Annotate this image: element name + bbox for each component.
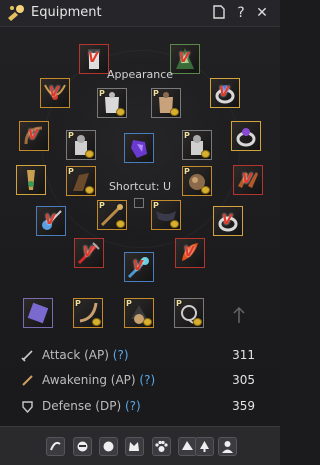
slot-main-weapon[interactable]: P <box>97 200 127 230</box>
defense-help-link[interactable]: (?) <box>125 399 141 413</box>
coin-icon <box>116 108 125 116</box>
slot-costume-gloves[interactable]: P <box>66 130 96 160</box>
enhance-v-icon: V <box>45 213 56 228</box>
coin-icon <box>193 318 202 326</box>
tree-icon[interactable] <box>195 437 214 456</box>
slot-belt[interactable]: V <box>19 121 49 151</box>
slot-ring-right[interactable] <box>231 121 261 151</box>
transform-icon[interactable] <box>46 437 65 456</box>
slot-costume-chest[interactable]: P <box>97 88 127 118</box>
attack-label: Attack (AP) (?) <box>42 348 129 362</box>
cat-ears-icon[interactable] <box>125 437 144 456</box>
coin-icon <box>201 150 210 158</box>
character-icon[interactable] <box>218 437 237 456</box>
enhance-v-icon: V <box>83 245 94 260</box>
coin-icon <box>85 150 94 158</box>
center-marker <box>134 198 144 208</box>
slot-artifact[interactable]: V <box>175 238 205 268</box>
page-icon[interactable] <box>211 5 227 21</box>
enhance-v-icon: V <box>88 51 99 66</box>
defense-label: Defense (DP) (?) <box>42 399 141 413</box>
close-icon[interactable]: ✕ <box>254 5 270 21</box>
dark-icon[interactable] <box>99 437 118 456</box>
stat-row-awakening: Awakening (AP) (?) 305 <box>0 372 280 390</box>
slot-earring-right[interactable]: V <box>213 206 243 236</box>
window-title: Equipment <box>31 5 102 20</box>
defense-value: 359 <box>232 399 255 413</box>
enhance-v-icon: V <box>222 213 233 228</box>
enhance-v-icon: V <box>242 172 253 187</box>
shield-icon <box>22 401 33 413</box>
stat-row-attack: Attack (AP) (?) 311 <box>0 347 280 365</box>
slot-costume-outfit[interactable]: P <box>151 88 181 118</box>
coin-icon <box>143 318 152 326</box>
sword-icon <box>21 350 33 362</box>
slot-gloves[interactable]: P <box>182 166 212 196</box>
lifeskill-stone-icon <box>27 302 49 324</box>
alchemy-stone-icon <box>131 140 147 158</box>
stat-row-defense: Defense (DP) (?) 359 <box>0 398 280 416</box>
ring-icon <box>236 128 256 147</box>
attack-help-link[interactable]: (?) <box>113 348 129 362</box>
enhance-v-icon: V <box>49 85 60 100</box>
awakening-label: Awakening (AP) (?) <box>42 373 156 387</box>
slot-costume-accessory-2[interactable]: P <box>124 298 154 328</box>
slot-alchemy-stone[interactable] <box>124 133 154 163</box>
enhance-v-icon: V <box>219 85 230 100</box>
slot-shoes[interactable]: V <box>233 165 263 195</box>
slot-ring-top[interactable]: V <box>210 78 240 108</box>
coin-icon <box>170 220 179 228</box>
enhance-v-icon: V <box>184 245 195 260</box>
coin-icon <box>92 318 101 326</box>
paw-icon[interactable] <box>152 437 171 456</box>
enhance-v-icon: V <box>179 51 190 66</box>
titlebar[interactable]: Equipment ? ✕ <box>0 0 280 27</box>
equipment-icon <box>8 5 24 21</box>
slot-tool[interactable]: V <box>124 252 154 282</box>
slot-necklace[interactable]: V <box>40 78 70 108</box>
slot-lifeskill-stone[interactable] <box>23 298 53 328</box>
bottom-toolbar <box>0 426 280 465</box>
arrow-up-icon[interactable] <box>232 306 246 324</box>
equipment-window: Equipment ? ✕ V V Appearance V P P V V P… <box>0 0 280 465</box>
slot-costume-accessory-1[interactable]: P <box>73 298 103 328</box>
slot-costume-shoes[interactable]: P <box>182 130 212 160</box>
slot-costume-accessory-3[interactable]: P <box>174 298 204 328</box>
slot-awakening-weapon[interactable]: V <box>74 238 104 268</box>
attack-value: 311 <box>232 348 255 362</box>
help-icon[interactable]: ? <box>233 5 249 21</box>
awakening-weapon-icon <box>22 375 33 386</box>
awakening-value: 305 <box>232 373 255 387</box>
enhance-v-icon: V <box>133 259 144 274</box>
mask-icon[interactable] <box>73 437 92 456</box>
coin-icon <box>201 186 210 194</box>
enhance-v-icon: V <box>28 128 39 143</box>
slot-underwear[interactable]: P <box>151 200 181 230</box>
coin-icon <box>116 220 125 228</box>
slot-secondary-weapon[interactable]: V <box>36 206 66 236</box>
awakening-help-link[interactable]: (?) <box>139 373 155 387</box>
coin-icon <box>170 108 179 116</box>
